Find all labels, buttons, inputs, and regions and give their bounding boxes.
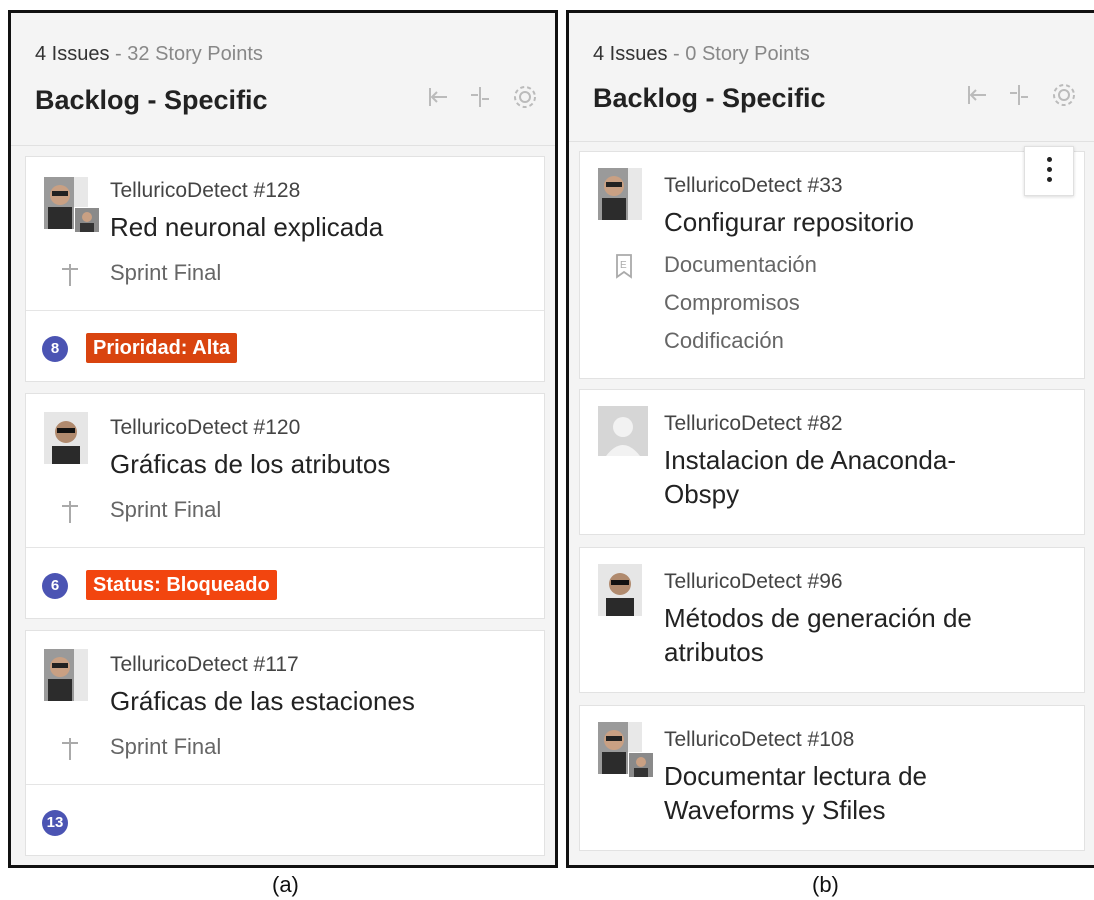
svg-text:E: E [620, 260, 627, 271]
collapse-left-icon[interactable] [966, 82, 988, 108]
issue-title-line[interactable]: atributos [664, 634, 764, 670]
card-footer: 8 Prioridad: Alta [26, 310, 544, 381]
board-column-a: 4 Issues - 32 Story Points Backlog - Spe… [8, 10, 558, 868]
collapse-columns-icon[interactable] [1008, 82, 1030, 108]
assignee-avatar[interactable] [44, 412, 88, 464]
secondary-avatar [628, 752, 654, 778]
column-summary: 4 Issues - 0 Story Points [593, 43, 810, 65]
issue-title-line[interactable]: Métodos de generación de [664, 600, 972, 636]
issue-title[interactable]: Gráficas de las estaciones [110, 683, 415, 719]
label-item[interactable]: Compromisos [664, 290, 800, 316]
issue-title[interactable]: Gráficas de los atributos [110, 446, 390, 482]
milestone-icon [60, 260, 80, 293]
milestone-label[interactable]: Sprint Final [110, 734, 221, 760]
issue-card[interactable]: TelluricoDetect #117 Gráficas de las est… [25, 630, 545, 856]
gear-icon[interactable] [1050, 81, 1078, 109]
column-title: Backlog - Specific [35, 85, 268, 115]
issue-id[interactable]: TelluricoDetect #117 [110, 653, 299, 677]
secondary-avatar [74, 207, 100, 233]
kebab-menu-icon[interactable] [1024, 146, 1074, 196]
assignee-avatar[interactable] [598, 564, 642, 616]
milestone-label[interactable]: Sprint Final [110, 497, 221, 523]
milestone-label[interactable]: Sprint Final [110, 260, 221, 286]
board-column-b: 4 Issues - 0 Story Points Backlog - Spec… [566, 10, 1094, 868]
collapse-left-icon[interactable] [427, 84, 449, 110]
column-title: Backlog - Specific [593, 83, 826, 113]
caption-a: (a) [272, 872, 299, 897]
issue-card[interactable]: TelluricoDetect #96 Métodos de generació… [579, 547, 1085, 693]
issue-id[interactable]: TelluricoDetect #128 [110, 179, 300, 203]
assignee-avatar[interactable] [598, 168, 642, 220]
assignee-avatar[interactable] [598, 722, 654, 778]
label-item[interactable]: Codificación [664, 328, 784, 354]
column-header: 4 Issues - 32 Story Points Backlog - Spe… [11, 13, 555, 146]
issue-title[interactable]: Configurar repositorio [664, 204, 914, 240]
column-summary: 4 Issues - 32 Story Points [35, 43, 263, 65]
label-icon: E [614, 252, 634, 285]
story-points-badge: 13 [42, 810, 68, 836]
issue-card[interactable]: TelluricoDetect #82 Instalacion de Anaco… [579, 389, 1085, 535]
issue-title-line[interactable]: Documentar lectura de [664, 758, 927, 794]
issue-card[interactable]: TelluricoDetect #128 Red neuronal explic… [25, 156, 545, 382]
story-points-badge: 6 [42, 573, 68, 599]
issue-title[interactable]: Red neuronal explicada [110, 209, 383, 245]
issue-title-line[interactable]: Obspy [664, 476, 739, 512]
issue-id[interactable]: TelluricoDetect #108 [664, 728, 854, 752]
issue-card[interactable]: TelluricoDetect #33 Configurar repositor… [579, 146, 1085, 379]
story-points-badge: 8 [42, 336, 68, 362]
column-header: 4 Issues - 0 Story Points Backlog - Spec… [569, 13, 1094, 142]
issue-title-line[interactable]: Instalacion de Anaconda- [664, 442, 956, 478]
issue-card[interactable]: TelluricoDetect #120 Gráficas de los atr… [25, 393, 545, 619]
avatar-placeholder-icon[interactable] [598, 406, 648, 456]
gear-icon[interactable] [511, 83, 539, 111]
collapse-columns-icon[interactable] [469, 84, 491, 110]
label-tag[interactable]: Prioridad: Alta [86, 333, 238, 363]
story-points-total: 0 Story Points [685, 43, 810, 65]
issue-title-line[interactable]: Waveforms y Sfiles [664, 792, 886, 828]
milestone-icon [60, 497, 80, 530]
assignee-avatar[interactable] [44, 649, 88, 701]
card-footer: 6 Status: Bloqueado [26, 547, 544, 618]
label-tag[interactable]: Status: Bloqueado [86, 570, 277, 600]
issue-card[interactable]: TelluricoDetect #108 Documentar lectura … [579, 705, 1085, 851]
assignee-avatar[interactable] [44, 177, 100, 233]
issue-id[interactable]: TelluricoDetect #120 [110, 416, 300, 440]
milestone-icon [60, 734, 80, 767]
card-footer: 13 [26, 784, 544, 855]
issue-count: 4 Issues [593, 43, 668, 65]
issue-id[interactable]: TelluricoDetect #33 [664, 174, 843, 198]
story-points-total: 32 Story Points [127, 43, 263, 65]
label-item[interactable]: Documentación [664, 252, 817, 278]
issue-count: 4 Issues [35, 43, 110, 65]
issue-id[interactable]: TelluricoDetect #82 [664, 412, 843, 436]
caption-b: (b) [812, 872, 839, 897]
issue-id[interactable]: TelluricoDetect #96 [664, 570, 843, 594]
